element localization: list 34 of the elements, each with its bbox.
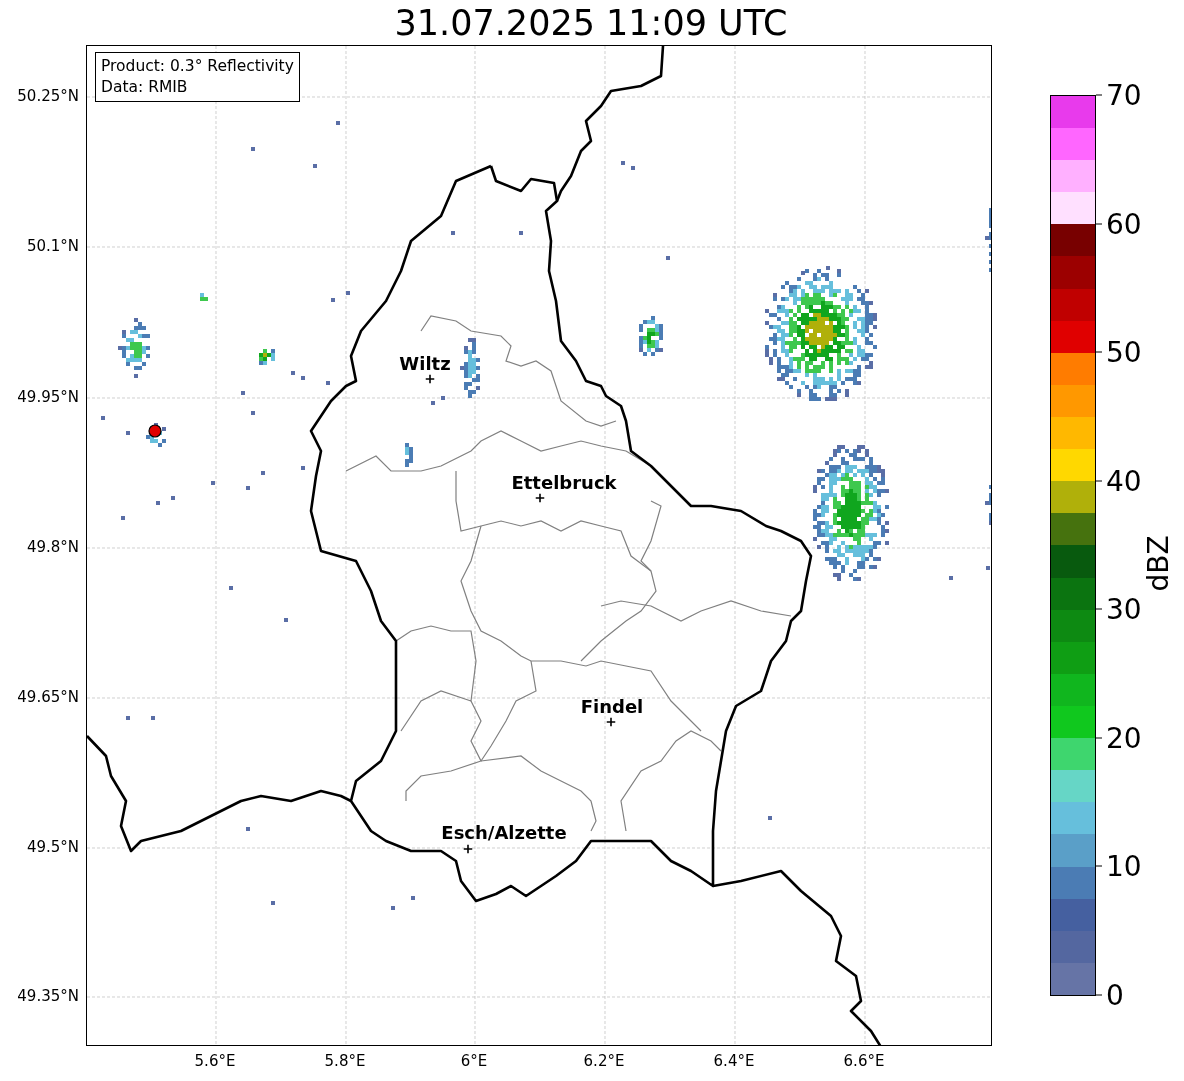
longitude-label: 5.6°E bbox=[194, 1052, 236, 1070]
latitude-label: 49.5°N bbox=[26, 838, 79, 856]
city-marker-icon bbox=[425, 374, 435, 384]
city-label: Esch/Alzette bbox=[441, 821, 567, 843]
legend-text: Product: 0.3° Reflectivity bbox=[101, 56, 294, 77]
city-marker-icon bbox=[535, 493, 545, 503]
longitude-label: 6.6°E bbox=[843, 1052, 885, 1070]
colorbar-tick-label: 70 bbox=[1106, 78, 1142, 112]
colorbar-tick-label: 10 bbox=[1106, 849, 1142, 883]
colorbar-tick-label: 40 bbox=[1106, 464, 1142, 498]
latitude-label: 50.25°N bbox=[17, 87, 79, 105]
city-label: Wiltz bbox=[399, 352, 451, 374]
latitude-label: 49.95°N bbox=[17, 388, 79, 406]
latitude-label: 50.1°N bbox=[26, 237, 79, 255]
longitude-label: 6.4°E bbox=[713, 1052, 755, 1070]
colorbar-tick-label: 50 bbox=[1106, 335, 1142, 369]
city-marker-icon bbox=[463, 844, 473, 854]
colorbar-tick-label: 20 bbox=[1106, 721, 1142, 755]
longitude-label: 6.2°E bbox=[583, 1052, 625, 1070]
latitude-label: 49.65°N bbox=[17, 688, 79, 706]
legend-text: Data: RMIB bbox=[101, 77, 189, 98]
chart-title: 31.07.2025 11:09 UTC bbox=[393, 2, 789, 43]
radar-site-marker bbox=[148, 424, 162, 438]
city-label: Findel bbox=[580, 695, 644, 717]
colorbar-tick-label: 30 bbox=[1106, 592, 1142, 626]
colorbar-tick-label: 60 bbox=[1106, 207, 1142, 241]
city-label: Ettelbruck bbox=[511, 471, 617, 493]
city-marker-icon bbox=[606, 717, 616, 727]
colorbar-tick-label: 0 bbox=[1106, 978, 1124, 1012]
longitude-label: 5.8°E bbox=[324, 1052, 366, 1070]
colorbar-label: dBZ bbox=[1141, 535, 1175, 592]
latitude-label: 49.35°N bbox=[17, 987, 79, 1005]
latitude-label: 49.8°N bbox=[26, 538, 79, 556]
longitude-label: 6°E bbox=[460, 1052, 488, 1070]
